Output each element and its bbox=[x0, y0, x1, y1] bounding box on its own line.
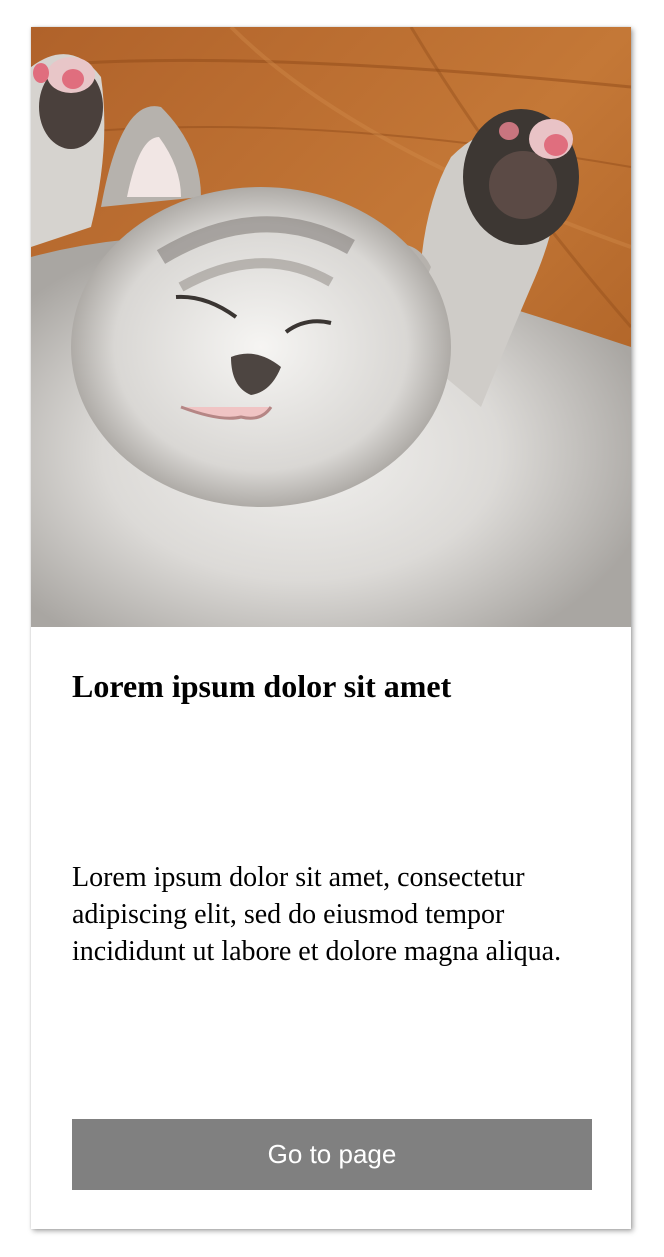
card-description: Lorem ipsum dolor sit amet, consectetur … bbox=[72, 862, 562, 967]
kitten-photo bbox=[31, 27, 631, 627]
card: Lorem ipsum dolor sit amet Lorem ipsum d… bbox=[31, 27, 631, 1229]
card-title: Lorem ipsum dolor sit amet bbox=[72, 668, 452, 704]
go-to-page-button[interactable]: Go to page bbox=[72, 1119, 592, 1190]
